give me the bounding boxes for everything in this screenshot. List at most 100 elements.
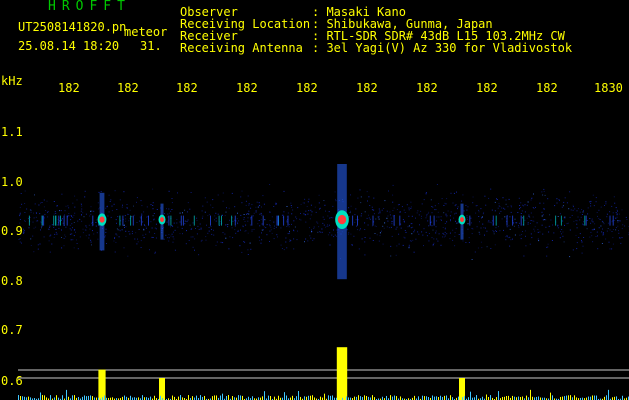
activity-bar [226,396,227,400]
noise-dot [522,231,523,232]
noise-dot [186,211,188,213]
noise-dot [241,251,243,253]
noise-dot [81,203,82,205]
noise-dot [37,248,39,250]
noise-dot [390,217,392,219]
noise-dot [387,215,389,217]
noise-dot [432,206,434,208]
noise-dot [282,214,284,216]
noise-streak [28,215,30,226]
noise-dot [562,231,564,233]
noise-dot [436,216,438,218]
noise-dot [73,235,75,237]
noise-dot [527,223,529,225]
activity-bar [196,395,197,400]
noise-dot [436,184,438,185]
activity-plot [18,347,629,400]
noise-dot [539,231,541,233]
noise-dot [310,214,312,216]
noise-dot [613,196,615,198]
noise-dot [410,207,412,209]
noise-dot [239,245,241,247]
activity-bar [330,395,331,400]
noise-dot [474,251,476,253]
noise-dot [221,242,223,243]
noise-dot [411,215,413,217]
noise-dot [105,231,107,233]
noise-dot [245,200,247,202]
noise-dot [527,222,529,223]
noise-dot [378,212,379,214]
noise-dot [168,208,170,210]
activity-bar [498,391,499,400]
noise-dot [563,241,565,243]
noise-streak [520,215,522,226]
noise-dot [80,210,82,212]
noise-dot [310,204,312,206]
noise-dot [35,216,37,218]
noise-dot [171,202,173,204]
noise-dot [274,225,275,227]
noise-dot [82,228,84,230]
noise-dot [258,236,260,238]
activity-bar [310,395,311,400]
noise-dot [199,223,201,225]
noise-dot [316,221,318,223]
noise-dot [211,228,212,230]
noise-dot [486,246,488,248]
noise-dot [520,213,522,214]
noise-dot [410,206,412,208]
noise-dot [547,243,549,245]
noise-dot [524,204,526,206]
noise-dot [626,219,628,220]
noise-dot [145,227,147,229]
noise-dot [611,221,613,223]
activity-bar [308,395,309,400]
noise-dot [549,225,551,227]
noise-dot [544,194,546,196]
activity-bar [564,396,565,400]
noise-dot [617,210,618,212]
activity-bar [392,396,393,400]
noise-streak [492,215,494,226]
noise-dot [444,202,446,204]
noise-dot [222,200,224,202]
noise-dot [97,202,99,204]
noise-dot [168,212,170,214]
noise-dot [113,240,115,242]
noise-dot [388,227,390,229]
noise-dot [562,220,564,222]
noise-dot [510,205,512,207]
activity-bar [526,395,527,400]
noise-dot [329,244,331,246]
noise-dot [68,207,70,209]
noise-dot [530,233,532,235]
noise-dot [426,215,428,217]
noise-dot [550,219,552,221]
noise-dot [171,233,173,235]
noise-dot [164,213,165,215]
noise-dot [33,227,35,229]
noise-dot [583,210,584,212]
noise-dot [117,229,119,231]
noise-dot [137,241,139,243]
noise-dot [257,206,259,208]
noise-dot [621,228,623,230]
noise-dot [487,221,489,223]
noise-dot [466,215,468,217]
activity-bar [180,395,181,400]
noise-dot [134,214,136,216]
activity-bar [508,395,509,400]
noise-dot [379,211,381,213]
noise-dot [478,216,480,217]
noise-dot [561,206,563,208]
noise-dot [242,225,244,227]
noise-dot [259,213,261,215]
noise-dot [582,211,584,213]
noise-dot [305,238,307,240]
noise-dot [163,238,165,240]
noise-dot [386,226,388,228]
noise-dot [248,213,250,215]
noise-dot [387,220,389,222]
noise-dot [546,246,548,248]
